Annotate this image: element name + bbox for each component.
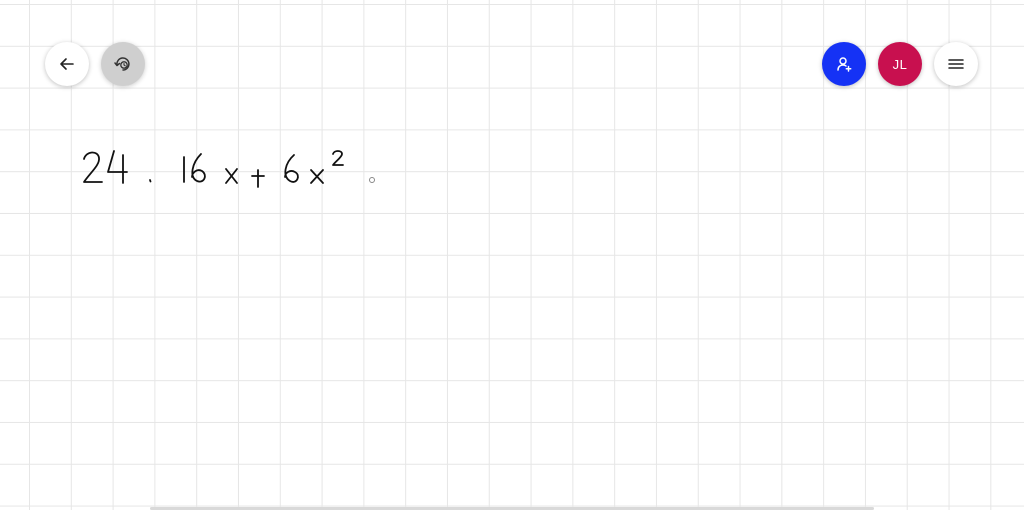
hamburger-menu-icon — [947, 55, 965, 73]
handwriting-strokes — [83, 150, 344, 188]
menu-button[interactable] — [934, 42, 978, 86]
whiteboard-canvas[interactable] — [0, 0, 1024, 510]
pen-cursor — [368, 171, 376, 189]
avatar-initials: JL — [892, 56, 908, 72]
arrow-left-icon — [58, 55, 76, 73]
history-icon — [113, 54, 133, 74]
add-user-icon — [835, 55, 853, 73]
user-avatar[interactable]: JL — [878, 42, 922, 86]
history-button[interactable] — [101, 42, 145, 86]
invite-user-button[interactable] — [822, 42, 866, 86]
handwritten-expression: 24. 16x+6x² — [80, 145, 360, 200]
back-button[interactable] — [45, 42, 89, 86]
